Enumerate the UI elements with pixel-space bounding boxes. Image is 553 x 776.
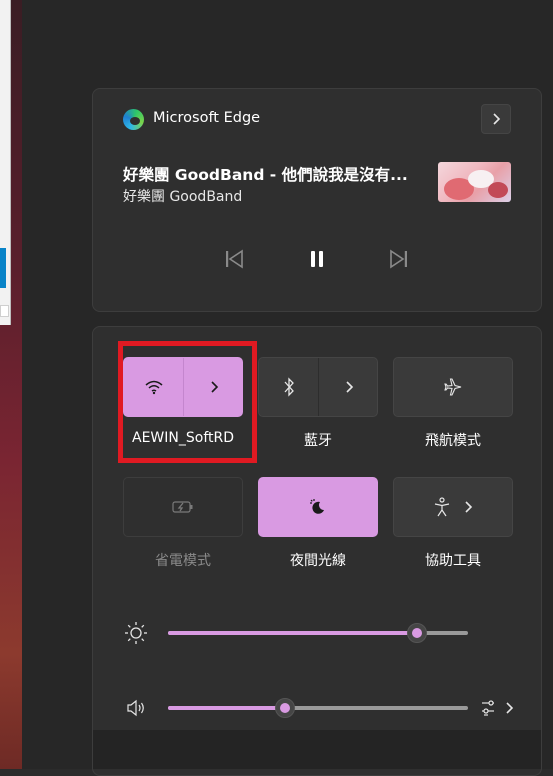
window-accent <box>0 248 6 288</box>
brightness-slider[interactable] <box>168 623 468 643</box>
accessibility-icon <box>434 497 450 517</box>
pause-button[interactable] <box>302 244 332 274</box>
brightness-icon <box>123 621 149 645</box>
next-track-icon <box>390 249 407 269</box>
song-artist: 好樂團 GoodBand <box>123 189 243 205</box>
bluetooth-label: 藍牙 <box>304 433 332 449</box>
album-art <box>438 162 511 202</box>
bluetooth-expand-button[interactable] <box>319 358 379 416</box>
chevron-right-icon <box>465 501 473 513</box>
chevron-right-icon <box>346 381 354 393</box>
window-control <box>0 305 9 317</box>
night-light-icon <box>310 499 324 514</box>
media-expand-button[interactable] <box>481 104 511 134</box>
background-window <box>0 0 11 325</box>
pause-icon <box>311 251 323 267</box>
airplane-mode-tile[interactable] <box>393 357 513 417</box>
speaker-icon[interactable] <box>123 696 149 720</box>
bluetooth-toggle-button[interactable] <box>259 358 319 416</box>
previous-track-button[interactable] <box>219 244 249 274</box>
volume-mixer-icon <box>482 700 494 716</box>
wifi-highlight-box <box>118 341 257 463</box>
brightness-slider-thumb[interactable] <box>407 623 427 643</box>
volume-slider-fill <box>168 706 285 710</box>
previous-track-icon <box>226 249 243 269</box>
media-app-name: Microsoft Edge <box>153 110 261 126</box>
chevron-right-icon <box>493 113 501 125</box>
chevron-right-icon <box>506 702 514 714</box>
airplane-icon <box>444 378 462 396</box>
battery-saver-tile[interactable] <box>123 477 243 537</box>
battery-saver-label: 省電模式 <box>155 553 211 569</box>
night-light-label: 夜間光線 <box>290 553 346 569</box>
bluetooth-tile <box>258 357 378 417</box>
next-track-button[interactable] <box>384 244 414 274</box>
brightness-slider-fill <box>168 631 417 635</box>
accessibility-tile[interactable] <box>393 477 513 537</box>
volume-slider-row <box>123 692 523 722</box>
accessibility-label: 協助工具 <box>425 553 481 569</box>
airplane-mode-label: 飛航模式 <box>425 433 481 449</box>
volume-mixer-button[interactable] <box>480 696 520 720</box>
night-light-tile[interactable] <box>258 477 378 537</box>
song-title: 好樂團 GoodBand - 他們說我是沒有... <box>123 166 408 184</box>
volume-slider-thumb[interactable] <box>275 698 295 718</box>
quick-settings-footer <box>93 730 541 769</box>
bluetooth-icon <box>284 377 294 397</box>
battery-saver-icon <box>172 501 193 513</box>
brightness-slider-row <box>123 617 523 647</box>
edge-icon <box>123 109 144 130</box>
volume-slider[interactable] <box>168 698 468 718</box>
